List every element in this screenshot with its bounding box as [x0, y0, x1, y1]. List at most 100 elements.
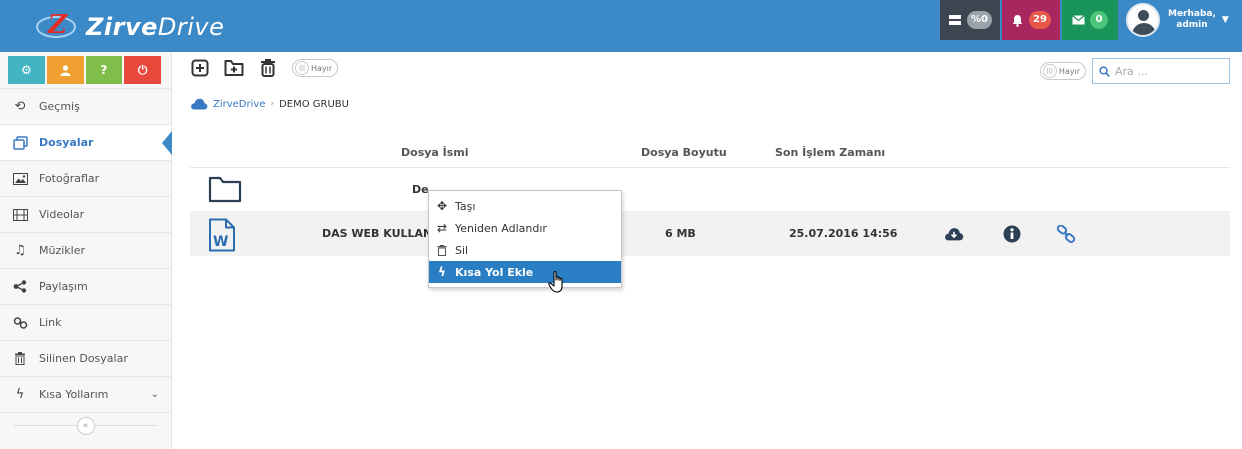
link-icon	[12, 316, 28, 329]
file-table: Dosya İsmi Dosya Boyutu Son İşlem Zamanı…	[190, 138, 1230, 256]
add-file-icon	[191, 59, 209, 77]
bolt-icon: ϟ	[438, 265, 446, 279]
toggle-label: Hayır	[1058, 66, 1080, 76]
top-bar: Z ZirveDrive %0 29 0 Merhaba, admin ▼	[0, 0, 1242, 52]
search-input[interactable]	[1115, 64, 1225, 78]
info-button[interactable]	[1002, 224, 1022, 244]
table-row[interactable]: De	[190, 168, 1230, 212]
table-row[interactable]: W DAS WEB KULLAN 6 MB 25.07.2016 14:56	[190, 212, 1230, 256]
settings-button[interactable]: ⚙	[8, 56, 45, 84]
bolt-icon: ϟ	[15, 387, 25, 402]
user-menu[interactable]: Merhaba, admin ▼	[1120, 0, 1242, 40]
new-file-button[interactable]	[190, 58, 210, 78]
sidebar-item-label: Videolar	[39, 208, 85, 221]
sidebar: ⚙ ? ⏻ ⟲ Geçmiş Dosyalar Fotoğraflar Vide…	[0, 52, 172, 449]
logout-button[interactable]: ⏻	[124, 56, 161, 84]
collapse-sidebar-button[interactable]: «	[76, 416, 95, 435]
notifications-button[interactable]: 29	[1002, 0, 1060, 40]
word-document-icon: W	[209, 218, 235, 252]
logo-text: ZirveDrive	[86, 13, 225, 41]
breadcrumb-root-link[interactable]: ZirveDrive	[213, 99, 265, 110]
zirvedrive-logo[interactable]: Z ZirveDrive	[36, 10, 224, 44]
history-icon: ⟲	[14, 99, 26, 114]
table-header: Dosya İsmi Dosya Boyutu Son İşlem Zamanı	[190, 138, 1230, 168]
messages-button[interactable]: 0	[1062, 0, 1118, 40]
cogs-icon: ⚙	[20, 63, 32, 77]
sidebar-item-photos[interactable]: Fotoğraflar	[0, 160, 171, 196]
menu-item-label: Yeniden Adlandır	[455, 221, 547, 235]
link-icon	[1056, 225, 1076, 243]
filter-toggle[interactable]: ||| Hayır	[1039, 62, 1086, 80]
share-link-button[interactable]	[1056, 224, 1076, 244]
search-box	[1092, 58, 1230, 84]
column-header-size[interactable]: Dosya Boyutu	[641, 146, 727, 159]
sidebar-item-history[interactable]: ⟲ Geçmiş	[0, 88, 171, 124]
sidebar-collapse: «	[0, 412, 171, 438]
file-size: 6 MB	[665, 227, 696, 240]
file-modified: 25.07.2016 14:56	[789, 227, 898, 240]
avatar	[1126, 3, 1160, 37]
logo-mark-icon: Z	[36, 10, 80, 42]
file-name: De	[412, 183, 429, 196]
help-button[interactable]: ?	[85, 56, 123, 84]
file-name: DAS WEB KULLAN	[322, 227, 433, 240]
power-icon: ⏻	[137, 62, 148, 77]
bell-icon	[1012, 14, 1023, 27]
menu-item-move[interactable]: ✥ Taşı	[429, 195, 621, 217]
sidebar-item-label: Kısa Yollarım	[39, 388, 109, 401]
view-toggle[interactable]: ||| Hayır	[292, 59, 339, 77]
sidebar-quick-buttons: ⚙ ? ⏻	[0, 52, 171, 88]
hdd-icon	[949, 15, 961, 25]
sidebar-item-shortcuts[interactable]: ϟ Kısa Yollarım ⌄	[0, 376, 171, 412]
double-chevron-left-icon: «	[82, 420, 89, 431]
column-header-modified[interactable]: Son İşlem Zamanı	[775, 146, 885, 159]
trash-icon	[435, 244, 449, 256]
menu-item-delete[interactable]: Sil	[429, 239, 621, 261]
sidebar-item-deleted-files[interactable]: Silinen Dosyalar	[0, 340, 171, 376]
sidebar-item-files[interactable]: Dosyalar	[0, 124, 172, 160]
question-icon: ?	[100, 63, 108, 77]
sidebar-item-videos[interactable]: Videolar	[0, 196, 171, 232]
column-header-name[interactable]: Dosya İsmi	[401, 146, 469, 159]
sidebar-item-sharing[interactable]: Paylaşım	[0, 268, 171, 304]
svg-text:W: W	[213, 234, 228, 250]
info-icon	[1003, 225, 1021, 243]
right-toolbar: ||| Hayır	[1039, 58, 1230, 84]
disk-usage-badge: %0	[967, 11, 992, 29]
sidebar-item-label: Link	[39, 316, 62, 329]
caret-down-icon: ▼	[1221, 15, 1229, 25]
download-button[interactable]	[944, 224, 964, 244]
new-folder-button[interactable]	[224, 58, 244, 78]
chevron-down-icon: ⌄	[150, 389, 159, 400]
move-icon: ✥	[436, 199, 448, 213]
sidebar-item-link[interactable]: Link	[0, 304, 171, 340]
breadcrumb-separator: ›	[270, 99, 275, 109]
toggle-label: Hayır	[311, 63, 333, 73]
messages-badge: 0	[1090, 11, 1108, 29]
envelope-icon	[1072, 15, 1085, 25]
context-menu: ✥ Taşı ⇄ Yeniden Adlandır Sil ϟ Kısa Yol…	[428, 190, 622, 288]
cloud-icon	[191, 98, 208, 110]
trash-icon	[261, 59, 275, 77]
sidebar-item-label: Geçmiş	[39, 100, 80, 113]
menu-item-add-shortcut[interactable]: ϟ Kısa Yol Ekle	[429, 261, 621, 283]
toggle-knob: |||	[1042, 64, 1057, 78]
menu-item-label: Sil	[455, 243, 469, 257]
toggle-knob: |||	[295, 61, 309, 75]
sidebar-item-label: Dosyalar	[39, 136, 94, 149]
sidebar-item-music[interactable]: ♫ Müzikler	[0, 232, 171, 268]
file-toolbar: ||| Hayır	[190, 58, 339, 78]
add-folder-icon	[224, 60, 244, 76]
share-icon	[12, 280, 28, 293]
cloud-download-icon	[945, 228, 964, 241]
sidebar-item-label: Fotoğraflar	[39, 172, 100, 185]
profile-button[interactable]	[46, 56, 84, 84]
menu-item-rename[interactable]: ⇄ Yeniden Adlandır	[429, 217, 621, 239]
delete-button[interactable]	[258, 58, 278, 78]
files-icon	[12, 135, 28, 150]
breadcrumb: ZirveDrive › DEMO GRUBU	[190, 98, 349, 110]
disk-usage-button[interactable]: %0	[940, 0, 1000, 40]
photo-icon	[12, 172, 28, 185]
trash-icon	[12, 352, 28, 365]
user-icon	[60, 64, 71, 76]
